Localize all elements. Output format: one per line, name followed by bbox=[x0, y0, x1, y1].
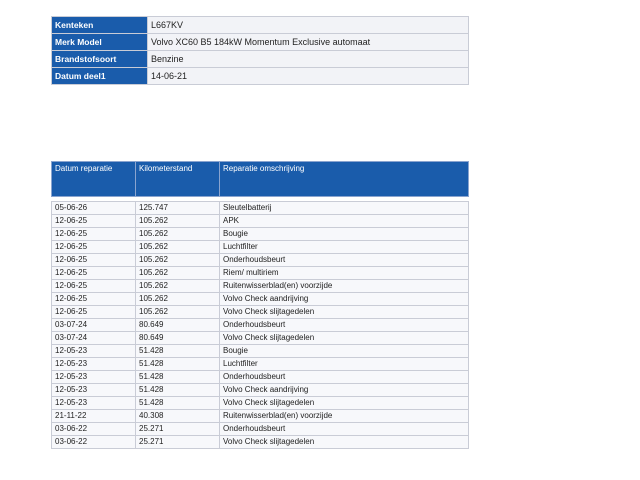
repair-description-cell: Volvo Check slijtagedelen bbox=[219, 396, 469, 410]
repair-date-cell: 12-06-25 bbox=[51, 240, 136, 254]
vehicle-row-datum-deel1: Datum deel1 14-06-21 bbox=[51, 67, 469, 85]
repair-history-table: Datum reparatie Kilometerstand Reparatie… bbox=[51, 161, 469, 449]
repair-date-cell: 03-06-22 bbox=[51, 422, 136, 436]
repair-history-body: 05-06-26 125.747 Sleutelbatterij 12-06-25 10… bbox=[51, 196, 469, 449]
repair-km-cell: 51.428 bbox=[135, 383, 220, 397]
repair-row: 12-05-23 51.428 Onderhoudsbeurt bbox=[51, 370, 469, 384]
repair-date-cell: 03-07-24 bbox=[51, 318, 136, 332]
repair-km-cell: 40.308 bbox=[135, 409, 220, 423]
repair-row: 03-06-22 25.271 Volvo Check slijtagedelen bbox=[51, 435, 469, 449]
vehicle-value: Benzine bbox=[147, 50, 469, 68]
repair-date-cell: 21-11-22 bbox=[51, 409, 136, 423]
vehicle-value: Volvo XC60 B5 184kW Momentum Exclusive a… bbox=[147, 33, 469, 51]
repair-description-cell: Onderhoudsbeurt bbox=[219, 370, 469, 384]
repair-km-cell: 105.262 bbox=[135, 214, 220, 228]
header-km: Kilometerstand bbox=[135, 161, 220, 197]
repair-description-cell: Volvo Check slijtagedelen bbox=[219, 305, 469, 319]
repair-km-cell: 105.262 bbox=[135, 292, 220, 306]
repair-description-cell: Volvo Check slijtagedelen bbox=[219, 435, 469, 449]
repair-description-cell: Bougie bbox=[219, 227, 469, 241]
vehicle-row-merk-model: Merk Model Volvo XC60 B5 184kW Momentum … bbox=[51, 33, 469, 51]
header-row: Datum reparatie Kilometerstand Reparatie… bbox=[51, 161, 469, 197]
repair-row: 12-06-25 105.262 Onderhoudsbeurt bbox=[51, 253, 469, 267]
repair-km-cell: 51.428 bbox=[135, 357, 220, 371]
header-description: Reparatie omschrijving bbox=[219, 161, 469, 197]
repair-km-cell: 51.428 bbox=[135, 396, 220, 410]
repair-row: 12-06-25 105.262 Bougie bbox=[51, 227, 469, 241]
repair-date-cell: 12-06-25 bbox=[51, 292, 136, 306]
repair-description-cell: APK bbox=[219, 214, 469, 228]
repair-row: 03-06-22 25.271 Onderhoudsbeurt bbox=[51, 422, 469, 436]
repair-km-cell: 125.747 bbox=[135, 201, 220, 215]
repair-date-cell: 12-06-25 bbox=[51, 279, 136, 293]
repair-description-cell: Volvo Check slijtagedelen bbox=[219, 331, 469, 345]
repair-km-cell: 105.262 bbox=[135, 240, 220, 254]
repair-date-cell: 12-05-23 bbox=[51, 357, 136, 371]
repair-date-cell: 12-05-23 bbox=[51, 396, 136, 410]
repair-date-cell: 12-06-25 bbox=[51, 266, 136, 280]
repair-km-cell: 80.649 bbox=[135, 318, 220, 332]
vehicle-info-table: Kenteken L667KV Merk Model Volvo XC60 B5… bbox=[51, 16, 469, 85]
repair-km-cell: 51.428 bbox=[135, 344, 220, 358]
repair-date-cell: 05-06-26 bbox=[51, 201, 136, 215]
repair-description-cell: Volvo Check aandrijving bbox=[219, 383, 469, 397]
repair-description-cell: Onderhoudsbeurt bbox=[219, 253, 469, 267]
repair-km-cell: 80.649 bbox=[135, 331, 220, 345]
repair-row: 12-06-25 105.262 Volvo Check slijtagedelen bbox=[51, 305, 469, 319]
vehicle-label: Brandstofsoort bbox=[51, 50, 148, 68]
header-date: Datum reparatie bbox=[51, 161, 136, 197]
repair-date-cell: 12-06-25 bbox=[51, 227, 136, 241]
repair-row: 03-07-24 80.649 Onderhoudsbeurt bbox=[51, 318, 469, 332]
repair-row: 12-06-25 105.262 Luchtfilter bbox=[51, 240, 469, 254]
repair-km-cell: 105.262 bbox=[135, 266, 220, 280]
repair-date-cell: 12-06-25 bbox=[51, 305, 136, 319]
repair-description-cell: Ruitenwisserblad(en) voorzijde bbox=[219, 409, 469, 423]
repair-description-cell: Bougie bbox=[219, 344, 469, 358]
repair-date-cell: 12-05-23 bbox=[51, 344, 136, 358]
repair-row: 12-06-25 105.262 Riem/ multiriem bbox=[51, 266, 469, 280]
repair-km-cell: 51.428 bbox=[135, 370, 220, 384]
repair-row: 12-06-25 105.262 Volvo Check aandrijving bbox=[51, 292, 469, 306]
repair-description-cell: Volvo Check aandrijving bbox=[219, 292, 469, 306]
repair-km-cell: 25.271 bbox=[135, 422, 220, 436]
vehicle-row-brandstofsoort: Brandstofsoort Benzine bbox=[51, 50, 469, 68]
repair-row: 12-06-25 105.262 APK bbox=[51, 214, 469, 228]
repair-description-cell: Luchtfilter bbox=[219, 240, 469, 254]
repair-row: 12-06-25 105.262 Ruitenwisserblad(en) voor… bbox=[51, 279, 469, 293]
repair-km-cell: 25.271 bbox=[135, 435, 220, 449]
repair-description-cell: Luchtfilter bbox=[219, 357, 469, 371]
repair-date-cell: 12-06-25 bbox=[51, 214, 136, 228]
repair-km-cell: 105.262 bbox=[135, 253, 220, 267]
repair-description-cell: Onderhoudsbeurt bbox=[219, 318, 469, 332]
repair-date-cell: 12-05-23 bbox=[51, 383, 136, 397]
vehicle-row-kenteken: Kenteken L667KV bbox=[51, 16, 469, 34]
vehicle-value: 14-06-21 bbox=[147, 67, 469, 85]
repair-row: 21-11-22 40.308 Ruitenwisserblad(en) voorz… bbox=[51, 409, 469, 423]
repair-description-cell: Riem/ multiriem bbox=[219, 266, 469, 280]
repair-row: 12-05-23 51.428 Volvo Check slijtagedelen bbox=[51, 396, 469, 410]
repair-date-cell: 03-07-24 bbox=[51, 331, 136, 345]
repair-history-header: Datum reparatie Kilometerstand Reparatie… bbox=[51, 161, 469, 197]
vehicle-label: Merk Model bbox=[51, 33, 148, 51]
repair-row: 12-05-23 51.428 Volvo Check aandrijving bbox=[51, 383, 469, 397]
repair-date-cell: 12-06-25 bbox=[51, 253, 136, 267]
repair-date-cell: 12-05-23 bbox=[51, 370, 136, 384]
repair-row: 03-07-24 80.649 Volvo Check slijtagedelen bbox=[51, 331, 469, 345]
repair-km-cell: 105.262 bbox=[135, 279, 220, 293]
repair-description-cell: Sleutelbatterij bbox=[219, 201, 469, 215]
repair-description-cell: Ruitenwisserblad(en) voorzijde bbox=[219, 279, 469, 293]
repair-date-cell: 03-06-22 bbox=[51, 435, 136, 449]
repair-description-cell: Onderhoudsbeurt bbox=[219, 422, 469, 436]
vehicle-info-body: Kenteken L667KV Merk Model Volvo XC60 B5… bbox=[51, 16, 469, 85]
repair-row: 12-05-23 51.428 Luchtfilter bbox=[51, 357, 469, 371]
vehicle-value: L667KV bbox=[147, 16, 469, 34]
repair-row: 05-06-26 125.747 Sleutelbatterij bbox=[51, 201, 469, 215]
vehicle-label: Kenteken bbox=[51, 16, 148, 34]
repair-km-cell: 105.262 bbox=[135, 305, 220, 319]
vehicle-label: Datum deel1 bbox=[51, 67, 148, 85]
repair-row: 12-05-23 51.428 Bougie bbox=[51, 344, 469, 358]
repair-km-cell: 105.262 bbox=[135, 227, 220, 241]
